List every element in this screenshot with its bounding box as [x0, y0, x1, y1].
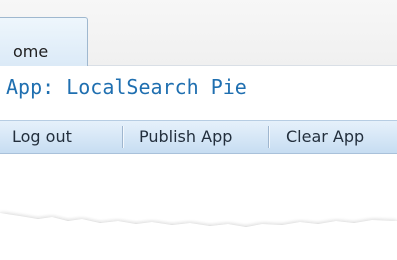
app-title: App: LocalSearch Pie [6, 75, 247, 99]
tab-home[interactable]: ome [0, 17, 88, 66]
toolbar-separator [268, 126, 269, 148]
logout-button[interactable]: Log out [12, 121, 72, 153]
toolbar-separator [122, 126, 123, 148]
publish-app-button[interactable]: Publish App [139, 121, 232, 153]
clear-app-button[interactable]: Clear App [286, 121, 364, 153]
tab-home-label: ome [13, 42, 49, 61]
action-toolbar: Log out Publish App Clear App [0, 120, 397, 154]
torn-paper-edge [0, 186, 397, 260]
